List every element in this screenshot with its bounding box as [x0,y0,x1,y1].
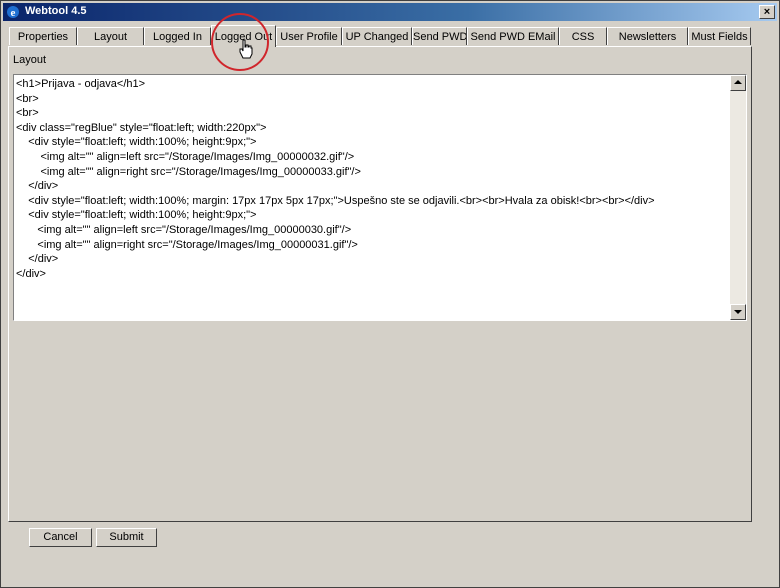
tab-up-changed[interactable]: UP Changed [342,27,412,45]
tab-user-profile[interactable]: User Profile [276,27,342,45]
scroll-up-button[interactable] [730,75,746,91]
layout-code-text[interactable]: <h1>Prijava - odjava</h1> <br> <br> <div… [16,77,728,281]
tab-layout[interactable]: Layout [77,27,144,45]
arrow-down-icon [734,310,742,314]
tab-properties[interactable]: Properties [9,27,77,45]
hand-cursor-icon [239,39,253,59]
tab-bar: Properties Layout Logged In Logged Out U… [9,25,777,47]
tab-send-pwd[interactable]: Send PWD [412,27,467,45]
cancel-button[interactable]: Cancel [29,528,92,547]
submit-button[interactable]: Submit [96,528,157,547]
tab-css[interactable]: CSS [559,27,607,45]
layout-code-editor[interactable]: <h1>Prijava - odjava</h1> <br> <br> <div… [13,74,747,321]
tab-must-fields[interactable]: Must Fields [688,27,751,45]
title-bar: e Webtool 4.5 × [3,3,777,21]
close-button[interactable]: × [759,5,775,19]
ie-icon: e [7,6,19,19]
tab-send-pwd-email[interactable]: Send PWD EMail [467,27,559,45]
svg-text:e: e [11,7,16,19]
window-title: Webtool 4.5 [25,5,87,17]
arrow-up-icon [734,80,742,84]
tab-logged-in[interactable]: Logged In [144,27,211,45]
tab-newsletters[interactable]: Newsletters [607,27,688,45]
scroll-down-button[interactable] [730,304,746,320]
layout-label: Layout [13,54,47,66]
vertical-scrollbar[interactable] [730,75,746,320]
webtool-window: e Webtool 4.5 × Properties Layout Logged… [0,0,780,588]
